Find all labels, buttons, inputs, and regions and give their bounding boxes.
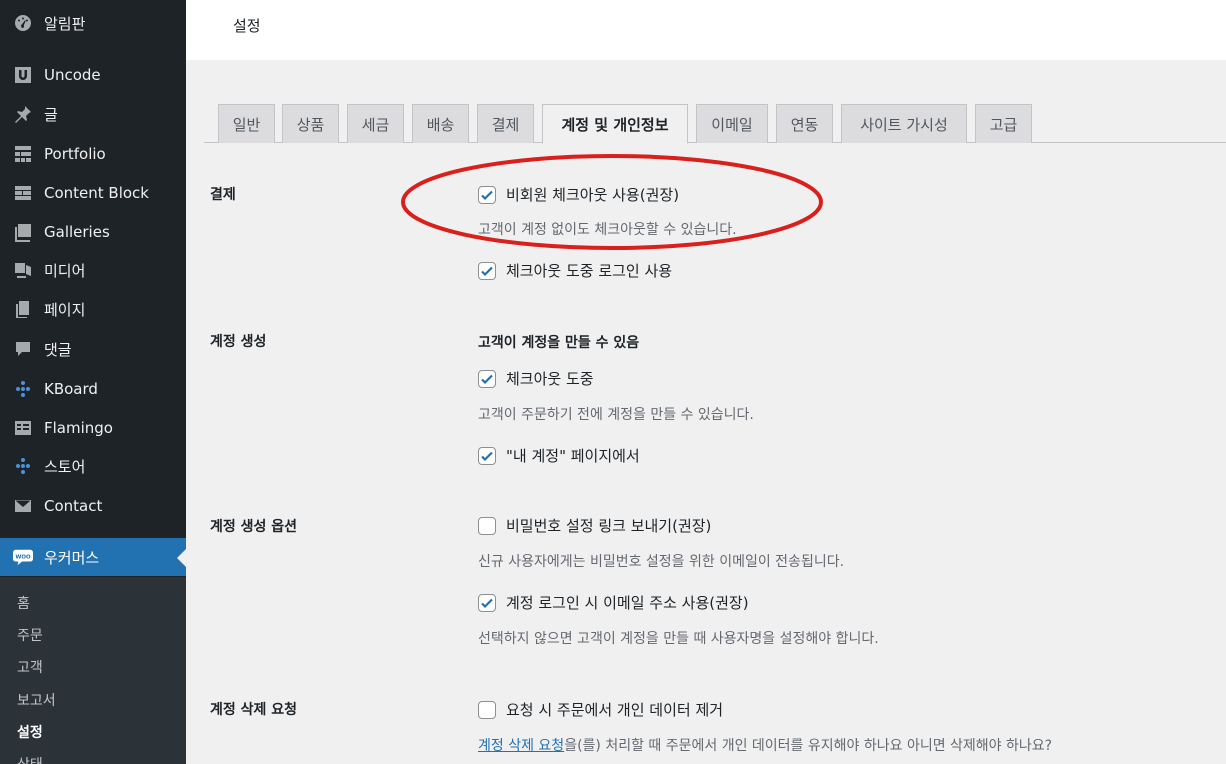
tab-emails[interactable]: 이메일	[696, 104, 768, 143]
create-during-checkout-desc: 고객이 주문하기 전에 계정을 만들 수 있습니다.	[478, 407, 754, 423]
sidebar-item-woocommerce[interactable]: WOO 우커머스	[0, 538, 186, 576]
remove-order-data-label: 요청 시 주문에서 개인 데이터 제거	[506, 701, 724, 719]
sidebar-item-label: Galleries	[44, 223, 110, 241]
submenu-item-settings[interactable]: 설정	[17, 722, 43, 742]
submenu-item-home[interactable]: 홈	[17, 593, 30, 613]
create-during-checkout-option[interactable]: 체크아웃 도중	[478, 368, 594, 389]
tab-integration[interactable]: 연동	[776, 104, 833, 143]
my-account-page-label: "내 계정" 페이지에서	[506, 447, 640, 465]
portfolio-icon	[12, 143, 34, 165]
email-as-username-desc: 선택하지 않으면 고객이 계정을 만들 때 사용자명을 설정해야 합니다.	[478, 631, 879, 647]
sidebar-item-kboard[interactable]: KBoard	[0, 370, 186, 408]
my-account-page-option[interactable]: "내 계정" 페이지에서	[478, 445, 640, 466]
sidebar-item-label: 글	[44, 105, 58, 124]
send-password-link-label: 비밀번호 설정 링크 보내기(권장)	[506, 517, 712, 535]
tab-advanced[interactable]: 고급	[975, 104, 1032, 143]
tab-tax[interactable]: 세금	[347, 104, 404, 143]
create-during-checkout-label: 체크아웃 도중	[506, 370, 594, 388]
tab-site-visibility[interactable]: 사이트 가시성	[841, 104, 967, 143]
sidebar-item-label: Flamingo	[44, 419, 113, 437]
content-block-icon	[12, 182, 34, 204]
sidebar-item-label: Portfolio	[44, 145, 106, 163]
dashboard-icon	[12, 12, 34, 34]
flamingo-icon	[12, 417, 34, 439]
tab-accounts-privacy[interactable]: 계정 및 개인정보	[542, 104, 688, 144]
sidebar-item-label: 댓글	[44, 340, 72, 359]
submenu-item-reports[interactable]: 보고서	[17, 690, 56, 710]
admin-sidebar: 알림판 Uncode 글 Portfolio Content Block Gal…	[0, 0, 186, 764]
guest-checkout-checkbox[interactable]	[478, 185, 496, 204]
woocommerce-submenu: 홈 주문 고객 보고서 설정 상태	[0, 577, 186, 764]
sidebar-item-galleries[interactable]: Galleries	[0, 213, 186, 251]
pin-icon	[12, 103, 34, 125]
login-during-checkout-option[interactable]: 체크아웃 도중 로그인 사용	[478, 260, 672, 281]
erasure-request-link[interactable]: 계정 삭제 요청	[478, 738, 564, 754]
sidebar-item-label: Uncode	[44, 66, 101, 84]
send-password-link-desc: 신규 사용자에게는 비밀번호 설정을 위한 이메일이 전송됩니다.	[478, 554, 845, 570]
account-creation-label: 계정 생성	[210, 334, 267, 350]
sidebar-item-media[interactable]: 미디어	[0, 251, 186, 289]
kboard-icon	[12, 378, 34, 400]
remove-order-data-checkbox[interactable]	[478, 700, 496, 719]
sidebar-item-label: 미디어	[44, 261, 86, 280]
send-password-link-option[interactable]: 비밀번호 설정 링크 보내기(권장)	[478, 515, 711, 536]
sidebar-item-label: Content Block	[44, 184, 149, 202]
sidebar-item-flamingo[interactable]: Flamingo	[0, 409, 186, 447]
media-icon	[12, 259, 34, 281]
active-menu-arrow	[177, 549, 186, 567]
erasure-desc: 계정 삭제 요청을(를) 처리할 때 주문에서 개인 데이터를 유지해야 하나요…	[478, 735, 1052, 755]
email-as-username-option[interactable]: 계정 로그인 시 이메일 주소 사용(권장)	[478, 592, 749, 613]
submenu-item-status[interactable]: 상태	[17, 754, 43, 764]
sidebar-item-label: 알림판	[44, 14, 86, 33]
sidebar-item-label: 페이지	[44, 300, 86, 319]
my-account-page-checkbox[interactable]	[478, 446, 496, 465]
login-during-checkout-checkbox[interactable]	[478, 261, 496, 280]
login-during-checkout-label: 체크아웃 도중 로그인 사용	[506, 262, 673, 280]
tab-payments[interactable]: 결제	[477, 104, 534, 143]
sidebar-item-dashboard[interactable]: 알림판	[0, 4, 186, 42]
sidebar-item-label: 우커머스	[44, 548, 100, 567]
svg-text:WOO: WOO	[15, 554, 31, 560]
tab-general[interactable]: 일반	[218, 104, 275, 143]
tab-shipping[interactable]: 배송	[412, 104, 469, 143]
guest-checkout-option[interactable]: 비회원 체크아웃 사용(권장)	[478, 184, 679, 205]
email-as-username-checkbox[interactable]	[478, 593, 496, 612]
page-title: 설정	[233, 17, 261, 35]
sidebar-item-uncode[interactable]: Uncode	[0, 56, 186, 94]
sidebar-item-posts[interactable]: 글	[0, 95, 186, 133]
mail-icon	[12, 495, 34, 517]
sidebar-item-pages[interactable]: 페이지	[0, 290, 186, 328]
uncode-icon	[12, 64, 34, 86]
pages-icon	[12, 298, 34, 320]
sidebar-item-label: 스토어	[44, 457, 86, 476]
account-options-label: 계정 생성 옵션	[210, 519, 298, 535]
sidebar-item-label: Contact	[44, 497, 103, 515]
sidebar-item-store[interactable]: 스토어	[0, 447, 186, 485]
tab-products[interactable]: 상품	[282, 104, 339, 143]
account-creation-heading: 고객이 계정을 만들 수 있음	[478, 335, 640, 351]
page-header: 설정	[186, 0, 1226, 60]
remove-order-data-option[interactable]: 요청 시 주문에서 개인 데이터 제거	[478, 699, 723, 720]
send-password-link-checkbox[interactable]	[478, 516, 496, 535]
sidebar-item-content-block[interactable]: Content Block	[0, 174, 186, 212]
submenu-item-customers[interactable]: 고객	[17, 657, 43, 677]
sidebar-item-label: KBoard	[44, 380, 98, 398]
email-as-username-label: 계정 로그인 시 이메일 주소 사용(권장)	[506, 594, 749, 612]
galleries-icon	[12, 221, 34, 243]
sidebar-item-portfolio[interactable]: Portfolio	[0, 135, 186, 173]
erasure-desc-text: 을(를) 처리할 때 주문에서 개인 데이터를 유지해야 하나요 아니면 삭제해…	[564, 738, 1053, 754]
sidebar-item-comments[interactable]: 댓글	[0, 330, 186, 368]
comments-icon	[12, 338, 34, 360]
sidebar-item-contact[interactable]: Contact	[0, 487, 186, 525]
woo-icon: WOO	[12, 546, 34, 568]
create-during-checkout-checkbox[interactable]	[478, 369, 496, 388]
store-icon	[12, 455, 34, 477]
guest-checkout-label: 비회원 체크아웃 사용(권장)	[506, 186, 680, 204]
guest-checkout-desc: 고객이 계정 없이도 체크아웃할 수 있습니다.	[478, 222, 737, 238]
submenu-item-orders[interactable]: 주문	[17, 625, 43, 645]
checkout-section-label: 결제	[210, 187, 236, 203]
erasure-section-label: 계정 삭제 요청	[210, 702, 298, 718]
